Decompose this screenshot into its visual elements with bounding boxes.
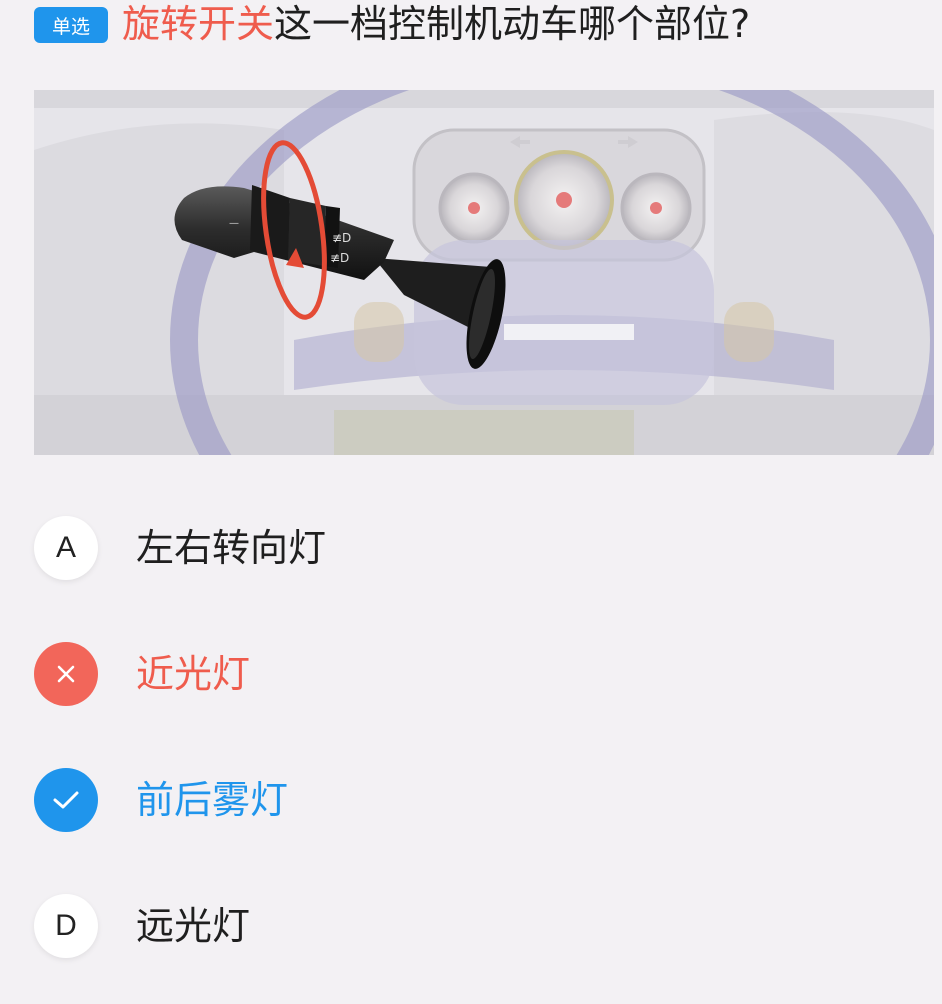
- turn-signal-stalk-illustration: — ≢D ≢D: [34, 90, 934, 455]
- option-d[interactable]: D 远光灯: [34, 863, 914, 989]
- option-text-c: 前后雾灯: [136, 778, 289, 822]
- option-a[interactable]: A 左右转向灯: [34, 485, 914, 611]
- option-letter-a: A: [55, 531, 76, 564]
- check-icon: [53, 791, 79, 809]
- option-marker-d[interactable]: D: [34, 894, 98, 958]
- answer-options: A 左右转向灯 近光灯 前后雾灯 D 远光灯: [34, 485, 914, 989]
- question-type-badge: 单选: [34, 7, 108, 43]
- cross-icon: [57, 665, 75, 683]
- option-marker-b[interactable]: [34, 642, 98, 706]
- option-text-d: 远光灯: [136, 904, 251, 948]
- question-text: 旋转开关这一档控制机动车哪个部位?: [122, 5, 750, 43]
- svg-text:—: —: [229, 218, 239, 229]
- question-header: 单选 旋转开关这一档控制机动车哪个部位?: [34, 0, 934, 58]
- option-text-b: 近光灯: [136, 652, 251, 696]
- svg-text:≢D: ≢D: [332, 231, 351, 245]
- question-highlight: 旋转开关: [122, 2, 275, 46]
- option-marker-c[interactable]: [34, 768, 98, 832]
- svg-text:≢D: ≢D: [330, 251, 349, 265]
- option-text-a: 左右转向灯: [136, 526, 327, 570]
- option-letter-d: D: [55, 909, 77, 942]
- option-c[interactable]: 前后雾灯: [34, 737, 914, 863]
- question-illustration: — ≢D ≢D: [34, 90, 934, 455]
- question-rest: 这一档控制机动车哪个部位?: [274, 2, 751, 46]
- option-b[interactable]: 近光灯: [34, 611, 914, 737]
- option-marker-a[interactable]: A: [34, 516, 98, 580]
